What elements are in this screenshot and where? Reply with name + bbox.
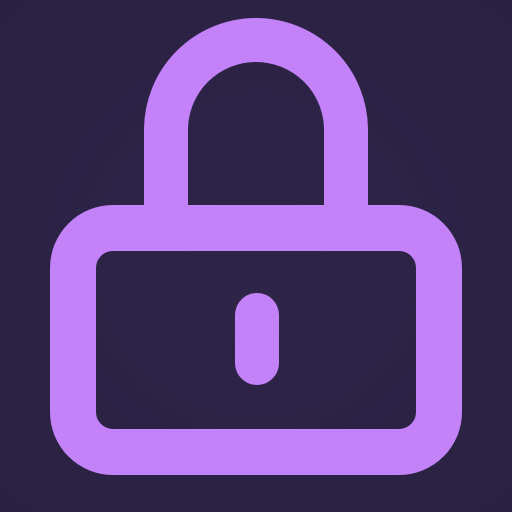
icon-canvas xyxy=(0,0,512,512)
lock-icon-graphic xyxy=(0,0,512,512)
